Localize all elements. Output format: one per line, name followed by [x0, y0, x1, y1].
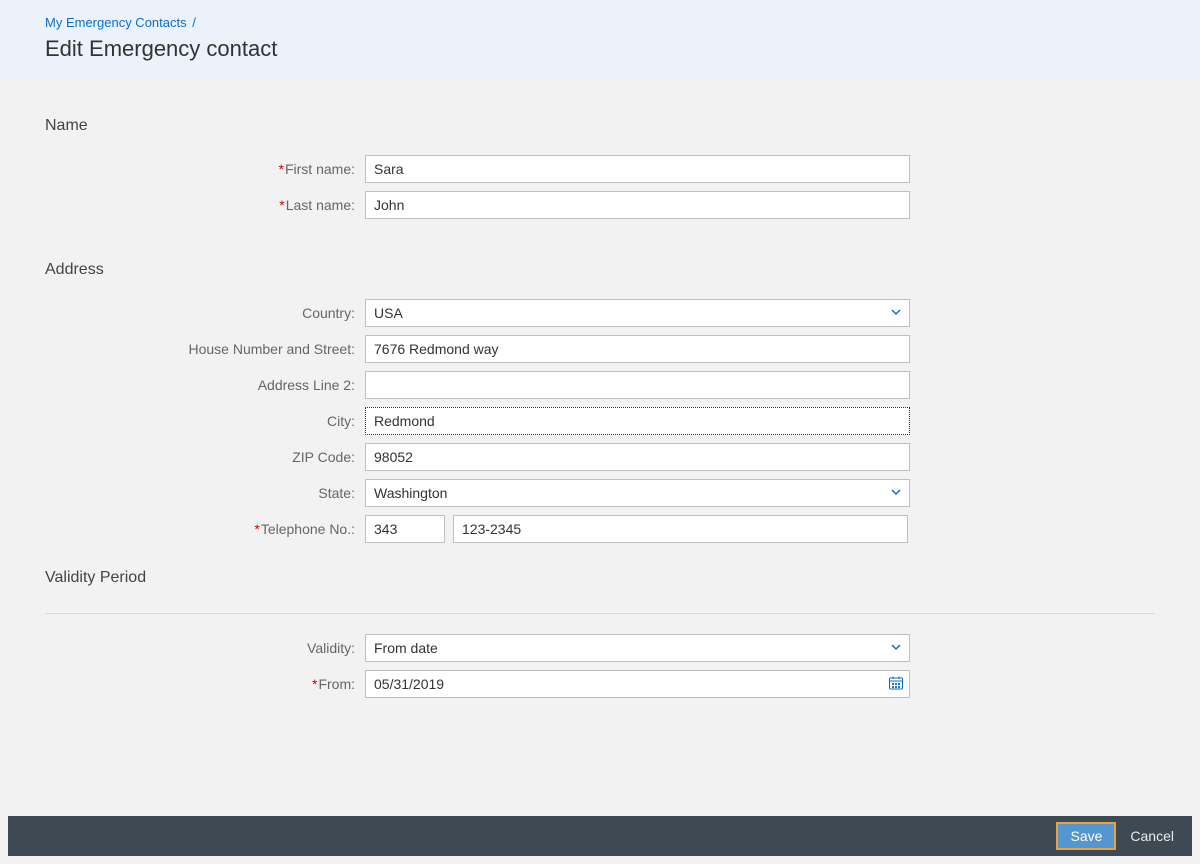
- label-last-name: *Last name:: [45, 197, 365, 213]
- datepicker-from[interactable]: [365, 670, 910, 698]
- select-state-input[interactable]: [365, 479, 910, 507]
- row-first-name: *First name:: [45, 153, 1155, 185]
- form-area: Name *First name: *Last name: Address Co…: [0, 82, 1200, 724]
- label-validity: Validity:: [45, 640, 365, 656]
- row-line2: Address Line 2:: [45, 369, 1155, 401]
- row-telephone: *Telephone No.:: [45, 513, 1155, 545]
- required-mark: *: [312, 676, 317, 692]
- section-title-name: Name: [45, 117, 1155, 135]
- input-from-date[interactable]: [365, 670, 910, 698]
- breadcrumb-separator: /: [192, 15, 196, 30]
- input-line2[interactable]: [365, 371, 910, 399]
- required-mark: *: [279, 197, 284, 213]
- breadcrumb-parent-link[interactable]: My Emergency Contacts: [45, 15, 187, 30]
- validity-divider: [45, 613, 1155, 614]
- page-title: Edit Emergency contact: [45, 36, 1155, 62]
- label-country: Country:: [45, 305, 365, 321]
- footer-toolbar: Save Cancel: [8, 816, 1192, 856]
- input-first-name[interactable]: [365, 155, 910, 183]
- label-state: State:: [45, 485, 365, 501]
- select-country-input[interactable]: [365, 299, 910, 327]
- select-validity[interactable]: [365, 634, 910, 662]
- cancel-button[interactable]: Cancel: [1130, 828, 1174, 844]
- label-from-date: *From:: [45, 676, 365, 692]
- select-validity-input[interactable]: [365, 634, 910, 662]
- section-title-validity: Validity Period: [45, 569, 1155, 595]
- row-zip: ZIP Code:: [45, 441, 1155, 473]
- label-first-name: *First name:: [45, 161, 365, 177]
- row-state: State:: [45, 477, 1155, 509]
- label-street: House Number and Street:: [45, 341, 365, 357]
- row-from-date: *From:: [45, 668, 1155, 700]
- label-line2: Address Line 2:: [45, 377, 365, 393]
- calendar-icon[interactable]: [888, 675, 904, 691]
- input-zip[interactable]: [365, 443, 910, 471]
- row-validity: Validity:: [45, 632, 1155, 664]
- row-city: City:: [45, 405, 1155, 437]
- input-street[interactable]: [365, 335, 910, 363]
- select-country[interactable]: [365, 299, 910, 327]
- row-street: House Number and Street:: [45, 333, 1155, 365]
- row-country: Country:: [45, 297, 1155, 329]
- required-mark: *: [279, 161, 284, 177]
- page-header: My Emergency Contacts / Edit Emergency c…: [0, 0, 1200, 82]
- row-last-name: *Last name:: [45, 189, 1155, 221]
- input-city[interactable]: [365, 407, 910, 435]
- label-telephone: *Telephone No.:: [45, 521, 365, 537]
- section-title-address: Address: [45, 261, 1155, 279]
- breadcrumb: My Emergency Contacts /: [45, 15, 1155, 30]
- label-city: City:: [45, 413, 365, 429]
- label-zip: ZIP Code:: [45, 449, 365, 465]
- save-button[interactable]: Save: [1056, 822, 1116, 850]
- input-last-name[interactable]: [365, 191, 910, 219]
- input-tel-area[interactable]: [365, 515, 445, 543]
- select-state[interactable]: [365, 479, 910, 507]
- input-tel-number[interactable]: [453, 515, 908, 543]
- required-mark: *: [254, 521, 259, 537]
